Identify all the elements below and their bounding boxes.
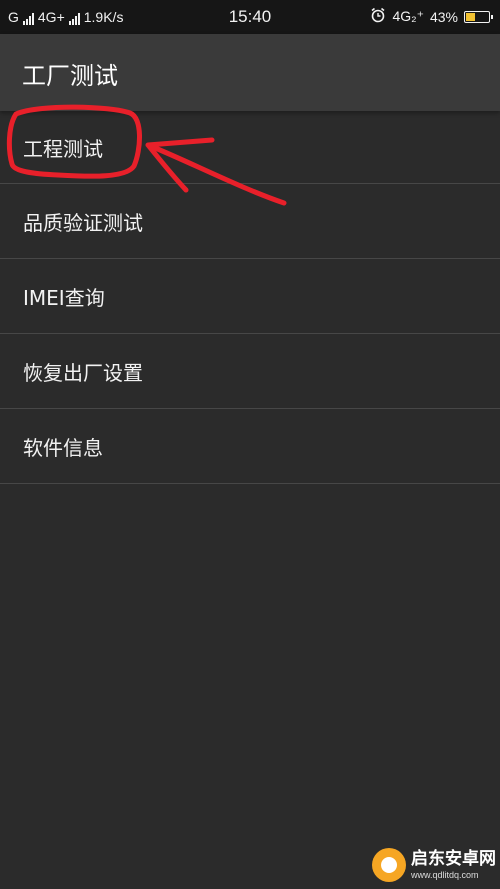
network-4g-label: 4G₂⁺ [392, 8, 424, 24]
watermark: 启东安卓网 www.qdlitdq.com [372, 844, 496, 886]
menu-item-quality-verification-test[interactable]: 品质验证测试 [0, 184, 500, 259]
menu-item-label: 恢复出厂设置 [23, 360, 143, 385]
menu-item-label: 品质验证测试 [23, 210, 143, 235]
alarm-clock-icon [370, 7, 386, 26]
menu-item-label: 软件信息 [23, 435, 103, 460]
menu-item-software-info[interactable]: 软件信息 [0, 409, 500, 484]
watermark-name: 启东安卓网 [411, 848, 496, 869]
menu-list: 工程测试 品质验证测试 IMEI查询 恢复出厂设置 软件信息 [0, 111, 500, 484]
status-bar: G 4G+ 1.9K/s 15:40 4G₂⁺ 43% [0, 0, 500, 34]
menu-item-imei-query[interactable]: IMEI查询 [0, 259, 500, 334]
title-bar: 工厂测试 [0, 34, 500, 111]
battery-level-fill [466, 12, 475, 21]
battery-percent: 43% [429, 8, 458, 25]
menu-item-factory-reset[interactable]: 恢复出厂设置 [0, 334, 500, 409]
menu-item-engineering-test[interactable]: 工程测试 [0, 111, 500, 184]
watermark-logo-icon [372, 848, 406, 882]
watermark-url: www.qdlitdq.com [411, 869, 479, 880]
battery-icon [464, 10, 493, 23]
status-right: 4G₂⁺ 43% [370, 7, 493, 26]
menu-item-label: 工程测试 [23, 136, 103, 161]
page-title: 工厂测试 [22, 62, 118, 90]
menu-item-label: IMEI查询 [23, 285, 105, 310]
